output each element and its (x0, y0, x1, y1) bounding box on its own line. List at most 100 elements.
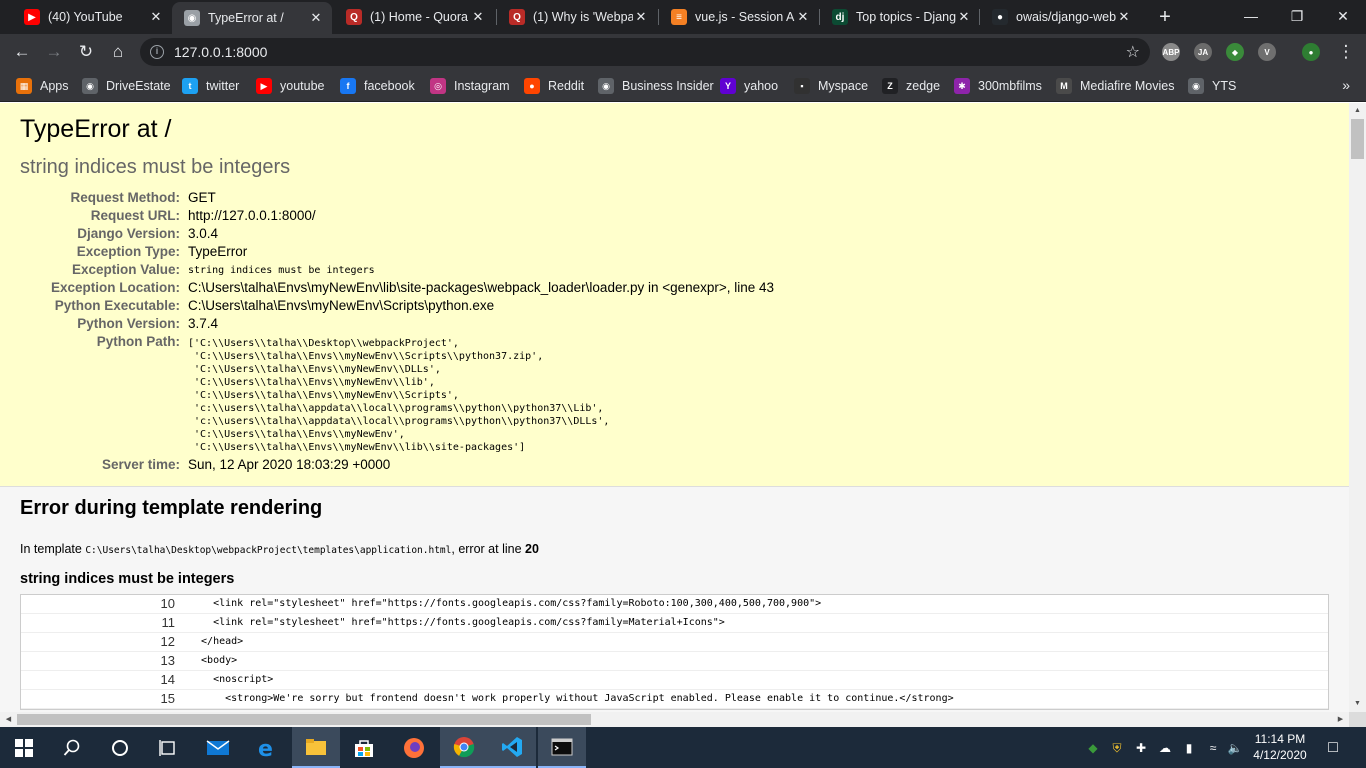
back-icon[interactable]: ← (10, 40, 34, 64)
bookmark-label: DriveEstate (106, 79, 171, 93)
error-summary: TypeError at / string indices must be in… (0, 103, 1349, 487)
tab-title: (1) Home - Quora (370, 10, 468, 24)
battery-icon[interactable]: ▮ (1180, 739, 1198, 757)
browser-tab[interactable]: ● owais/django-webp ✕ (980, 0, 1140, 34)
bookmark-item[interactable]: Yyahoo (720, 77, 778, 95)
line-number: 15 (160, 691, 175, 706)
source-line: 12 </head> (21, 633, 1328, 652)
tab-separator (658, 9, 659, 25)
meta-label: Server time: (101, 457, 180, 472)
extension-ja-icon[interactable]: JA (1194, 43, 1212, 61)
tab-close-icon[interactable]: ✕ (633, 9, 649, 25)
browser-tab[interactable]: Q (1) Home - Quora ✕ (334, 0, 494, 34)
bookmark-item[interactable]: ▦ Apps (16, 77, 69, 95)
maximize-button[interactable]: ❐ (1274, 0, 1320, 32)
bookmark-item[interactable]: ◎ Instagram (430, 77, 510, 95)
vertical-scroll-thumb[interactable] (1351, 119, 1364, 159)
bookmark-item[interactable]: ▪ Myspace (794, 77, 868, 95)
search-button[interactable] (48, 727, 96, 768)
wifi-icon[interactable]: ≈ (1204, 739, 1222, 757)
vpn-globe-icon[interactable]: ◆ (1226, 43, 1244, 61)
vscode-icon (502, 736, 522, 757)
start-button[interactable] (0, 727, 48, 768)
adblock-plus-icon[interactable]: ABP (1162, 43, 1180, 61)
mail-app[interactable] (194, 727, 242, 768)
firefox-app[interactable] (390, 727, 438, 768)
scroll-up-arrow-icon[interactable]: ▲ (1349, 104, 1366, 118)
bookmark-item[interactable]: ● Reddit (524, 77, 584, 95)
horizontal-scrollbar[interactable]: ◀ ▶ (0, 712, 1349, 727)
bookmark-item[interactable]: ◉ YTS (1188, 77, 1236, 95)
defender-tray-icon[interactable]: ✚ (1132, 739, 1150, 757)
chrome-app[interactable] (440, 727, 488, 768)
browser-tab[interactable]: dj Top topics - Django ✕ (820, 0, 980, 34)
minimize-button[interactable]: — (1228, 0, 1274, 32)
browser-tab[interactable]: ≡ vue.js - Session Au ✕ (659, 0, 819, 34)
url-text[interactable]: 127.0.0.1:8000 (174, 44, 267, 60)
bookmark-label: Instagram (454, 79, 510, 93)
scroll-down-arrow-icon[interactable]: ▼ (1349, 697, 1366, 711)
scroll-left-arrow-icon[interactable]: ◀ (1, 712, 16, 727)
browser-tab[interactable]: Q (1) Why is 'Webpack✕ (497, 0, 657, 34)
address-bar[interactable]: i 127.0.0.1:8000 ☆ (140, 38, 1150, 66)
onedrive-cloud-icon[interactable]: ☁ (1156, 739, 1174, 757)
meta-value: string indices must be integers (188, 265, 375, 276)
reload-icon[interactable]: ↻ (74, 40, 98, 64)
bookmark-item[interactable]: t twitter (182, 77, 239, 95)
profile-avatar-icon[interactable]: ● (1302, 43, 1320, 61)
bookmark-star-icon[interactable]: ☆ (1126, 42, 1140, 62)
vue-devtools-icon[interactable]: V (1258, 43, 1276, 61)
horizontal-scroll-thumb[interactable] (17, 714, 591, 725)
tab-close-icon[interactable]: ✕ (956, 9, 972, 25)
tab-title: (40) YouTube (48, 10, 123, 24)
request-meta-table: Request Method: GET Request URL: http://127… (20, 189, 774, 474)
line-number: 13 (160, 653, 175, 668)
bookmark-item[interactable]: ◉ Business Insider (598, 77, 714, 95)
tab-close-icon[interactable]: ✕ (308, 10, 324, 26)
vertical-scrollbar[interactable]: ▲ ▼ (1349, 103, 1366, 712)
bookmark-label: Myspace (818, 79, 869, 93)
browser-tab[interactable]: ▶ (40) YouTube ✕ (12, 0, 172, 34)
bookmark-item[interactable]: ▶ youtube (256, 77, 324, 95)
edge-app[interactable]: e (242, 727, 290, 768)
terminal-app[interactable] (538, 727, 586, 768)
browser-tab[interactable]: ◉ TypeError at / ✕ (172, 2, 332, 34)
new-tab-button[interactable]: + (1154, 6, 1176, 28)
clock-time: 11:14 PM (1254, 732, 1306, 746)
scroll-right-arrow-icon[interactable]: ▶ (1333, 712, 1348, 727)
meta-row: Python Executable: C:\Users\talha\Envs\my… (20, 297, 774, 315)
close-window-button[interactable]: ✕ (1320, 0, 1366, 32)
bookmark-label: Business Insider (622, 79, 714, 93)
security-shield-tray-icon[interactable]: ⛨ (1108, 739, 1126, 757)
bookmark-item[interactable]: ◉ DriveEstate (82, 77, 171, 95)
file-explorer-app[interactable] (292, 727, 340, 768)
tab-close-icon[interactable]: ✕ (795, 9, 811, 25)
meta-label: Exception Type: (76, 244, 180, 259)
bookmark-item[interactable]: f facebook (340, 77, 415, 95)
bookmark-item[interactable]: M Mediafire Movies (1056, 77, 1174, 95)
mail-icon (206, 739, 230, 755)
site-info-icon[interactable]: i (150, 45, 164, 59)
bookmark-item[interactable]: Zzedge (882, 77, 940, 95)
tab-close-icon[interactable]: ✕ (470, 9, 486, 25)
meta-label: Request URL: (90, 208, 180, 223)
bookmarks-overflow-icon[interactable]: » (1342, 77, 1350, 93)
tab-close-icon[interactable]: ✕ (1116, 9, 1132, 25)
chrome-menu-icon[interactable]: ⋮ (1334, 40, 1358, 64)
meta-row: Django Version: 3.0.4 (20, 225, 774, 243)
bookmark-label: Apps (40, 79, 69, 93)
mediafire-icon: M (1056, 78, 1072, 94)
volume-icon[interactable]: 🔈 (1226, 739, 1244, 757)
home-icon[interactable]: ⌂ (106, 40, 130, 64)
task-view-button[interactable] (144, 727, 192, 768)
system-clock[interactable]: 11:14 PM 4/12/2020 (1250, 731, 1310, 763)
tab-close-icon[interactable]: ✕ (148, 9, 164, 25)
vscode-app[interactable] (488, 727, 536, 768)
store-app[interactable] (340, 727, 388, 768)
cortana-button[interactable] (96, 727, 144, 768)
forward-icon[interactable]: → (42, 40, 66, 64)
bookmark-item[interactable]: ✱ 300mbfilms (954, 77, 1042, 95)
action-center-icon[interactable]: □ (1324, 739, 1342, 757)
instagram-icon: ◎ (430, 78, 446, 94)
vpn-tray-icon[interactable]: ◆ (1084, 739, 1102, 757)
